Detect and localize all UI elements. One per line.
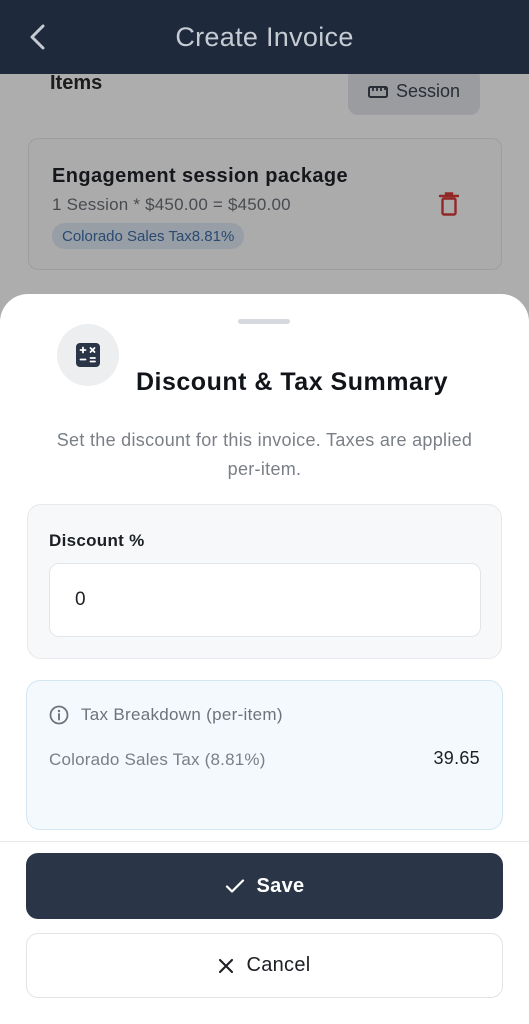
tax-breakdown-heading: Tax Breakdown (per-item) — [49, 705, 283, 725]
page-title-dimmed: Create Invoice — [175, 21, 354, 52]
footer-divider — [0, 841, 529, 842]
sheet-icon-circle — [57, 324, 119, 386]
tax-row-amount: 39.65 — [433, 748, 480, 768]
cancel-button-label: Cancel — [246, 954, 311, 976]
info-icon — [49, 705, 69, 725]
close-icon — [219, 958, 234, 973]
tax-breakdown-card: Tax Breakdown (per-item) Colorado Sales … — [26, 680, 503, 830]
app-header-dimmed: Create Invoice — [0, 0, 529, 74]
discount-input[interactable] — [49, 563, 481, 637]
chevron-left-icon — [30, 24, 45, 50]
check-icon — [225, 879, 244, 893]
save-button[interactable]: Save — [26, 853, 503, 919]
discount-label: Discount % — [49, 531, 145, 550]
save-button-label: Save — [256, 874, 305, 897]
discount-tax-sheet: Discount & Tax Summary Set the discount … — [0, 294, 529, 1024]
back-button-dimmed[interactable] — [22, 22, 52, 52]
discount-card: Discount % — [27, 504, 502, 659]
cancel-button[interactable]: Cancel — [26, 933, 503, 998]
tax-row-name: Colorado Sales Tax (8.81%) — [49, 750, 266, 769]
sheet-description: Set the discount for this invoice. Taxes… — [56, 430, 473, 479]
calculator-icon — [76, 343, 100, 367]
tax-breakdown-title: Tax Breakdown (per-item) — [81, 705, 283, 724]
sheet-title: Discount & Tax Summary — [136, 368, 449, 396]
sheet-drag-handle[interactable] — [238, 319, 290, 324]
